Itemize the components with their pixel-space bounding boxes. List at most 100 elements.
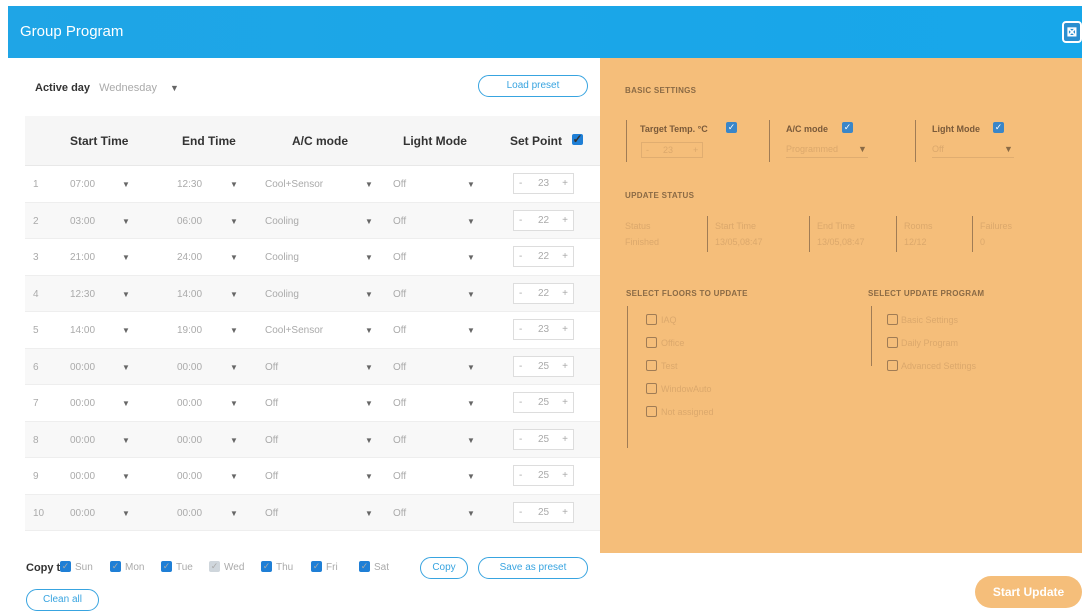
floor-checkbox[interactable] <box>646 337 657 348</box>
active-day-selector[interactable]: Active day Wednesday ▼ <box>35 82 179 94</box>
save-as-preset-button[interactable]: Save as preset <box>478 557 588 579</box>
minus-icon[interactable]: - <box>519 470 522 481</box>
day-checkbox-sun[interactable]: ✓ <box>60 561 71 572</box>
end-time-select[interactable]: 00:00 <box>177 435 202 446</box>
plus-icon[interactable]: + <box>562 215 568 226</box>
set-point-stepper[interactable]: - 25 + <box>513 392 574 413</box>
set-point-stepper[interactable]: - 22 + <box>513 282 574 304</box>
start-time-select[interactable]: 00:00 <box>70 398 95 409</box>
light-mode-select[interactable]: Off <box>393 179 406 190</box>
end-time-select[interactable]: 00:00 <box>177 362 202 373</box>
minus-icon[interactable]: - <box>519 324 522 335</box>
light-mode-select[interactable]: Off <box>393 325 406 336</box>
light-mode-select[interactable]: Off <box>393 252 406 263</box>
set-point-stepper[interactable]: - 25 + <box>513 501 574 523</box>
end-time-select[interactable]: 14:00 <box>177 289 202 300</box>
start-time-select[interactable]: 00:00 <box>70 362 95 373</box>
ac-mode-select[interactable]: Programmed ▼ <box>786 142 868 158</box>
start-time-select[interactable]: 07:00 <box>70 179 95 190</box>
plus-icon[interactable]: + <box>562 470 568 481</box>
start-time-select[interactable]: 14:00 <box>70 325 95 336</box>
light-mode-select[interactable]: Off <box>393 398 406 409</box>
set-point-stepper[interactable]: - 23 + <box>513 319 574 340</box>
start-time-select[interactable]: 00:00 <box>70 435 95 446</box>
start-time-select[interactable]: 21:00 <box>70 252 95 263</box>
minus-icon[interactable]: - <box>519 361 522 372</box>
set-point-stepper[interactable]: - 23 + <box>513 173 574 194</box>
end-time-select[interactable]: 06:00 <box>177 216 202 227</box>
light-mode-select[interactable]: Off <box>393 471 406 482</box>
load-preset-button[interactable]: Load preset <box>478 75 588 97</box>
plus-icon[interactable]: + <box>562 507 568 518</box>
set-point-stepper[interactable]: - 22 + <box>513 246 574 267</box>
end-time-select[interactable]: 24:00 <box>177 252 202 263</box>
day-checkbox-fri[interactable]: ✓ <box>311 561 322 572</box>
ac-mode-select[interactable]: Cool+Sensor <box>265 325 323 336</box>
light-mode-select[interactable]: Off <box>393 289 406 300</box>
ac-mode-select[interactable]: Cool+Sensor <box>265 179 323 190</box>
plus-icon[interactable]: + <box>693 145 698 155</box>
end-time-select[interactable]: 12:30 <box>177 179 202 190</box>
minus-icon[interactable]: - <box>519 434 522 445</box>
floor-checkbox[interactable] <box>646 314 657 325</box>
day-checkbox-tue[interactable]: ✓ <box>161 561 172 572</box>
day-checkbox-sat[interactable]: ✓ <box>359 561 370 572</box>
light-mode-checkbox[interactable]: ✓ <box>993 122 1004 133</box>
plus-icon[interactable]: + <box>562 324 568 335</box>
minus-icon[interactable]: - <box>519 215 522 226</box>
plus-icon[interactable]: + <box>562 288 568 299</box>
copy-button[interactable]: Copy <box>420 557 468 579</box>
clean-all-button[interactable]: Clean all <box>26 589 99 611</box>
ac-mode-select[interactable]: Off <box>265 362 278 373</box>
close-icon[interactable]: ⊠ <box>1062 21 1082 43</box>
plus-icon[interactable]: + <box>562 361 568 372</box>
set-point-stepper[interactable]: - 25 + <box>513 428 574 450</box>
floor-checkbox[interactable] <box>646 406 657 417</box>
target-temp-stepper[interactable]: - 23 + <box>641 142 703 158</box>
ac-mode-select[interactable]: Cooling <box>265 252 299 263</box>
start-time-select[interactable]: 12:30 <box>70 289 95 300</box>
day-checkbox-wed[interactable]: ✓ <box>209 561 220 572</box>
minus-icon[interactable]: - <box>519 251 522 262</box>
minus-icon[interactable]: - <box>519 507 522 518</box>
minus-icon[interactable]: - <box>519 397 522 408</box>
plus-icon[interactable]: + <box>562 178 568 189</box>
light-mode-select[interactable]: Off ▼ <box>932 142 1014 158</box>
light-mode-select[interactable]: Off <box>393 435 406 446</box>
ac-mode-select[interactable]: Off <box>265 471 278 482</box>
target-temp-checkbox[interactable]: ✓ <box>726 122 737 133</box>
end-time-select[interactable]: 00:00 <box>177 508 202 519</box>
day-checkbox-thu[interactable]: ✓ <box>261 561 272 572</box>
program-checkbox[interactable] <box>887 360 898 371</box>
ac-mode-select[interactable]: Cooling <box>265 289 299 300</box>
ac-mode-checkbox[interactable]: ✓ <box>842 122 853 133</box>
plus-icon[interactable]: + <box>562 397 568 408</box>
start-time-select[interactable]: 00:00 <box>70 508 95 519</box>
plus-icon[interactable]: + <box>562 434 568 445</box>
day-checkbox-mon[interactable]: ✓ <box>110 561 121 572</box>
set-point-checkbox[interactable]: ✓ <box>572 133 583 145</box>
set-point-stepper[interactable]: - 25 + <box>513 355 574 377</box>
ac-mode-select[interactable]: Off <box>265 508 278 519</box>
minus-icon[interactable]: - <box>519 178 522 189</box>
program-checkbox[interactable] <box>887 314 898 325</box>
plus-icon[interactable]: + <box>562 251 568 262</box>
minus-icon[interactable]: - <box>646 145 649 155</box>
start-time-select[interactable]: 00:00 <box>70 471 95 482</box>
light-mode-select[interactable]: Off <box>393 362 406 373</box>
end-time-select[interactable]: 00:00 <box>177 398 202 409</box>
start-update-button[interactable]: Start Update <box>975 576 1082 608</box>
end-time-select[interactable]: 00:00 <box>177 471 202 482</box>
program-checkbox[interactable] <box>887 337 898 348</box>
end-time-select[interactable]: 19:00 <box>177 325 202 336</box>
ac-mode-select[interactable]: Off <box>265 435 278 446</box>
light-mode-select[interactable]: Off <box>393 216 406 227</box>
set-point-stepper[interactable]: - 22 + <box>513 209 574 231</box>
ac-mode-select[interactable]: Off <box>265 398 278 409</box>
ac-mode-select[interactable]: Cooling <box>265 216 299 227</box>
start-time-select[interactable]: 03:00 <box>70 216 95 227</box>
minus-icon[interactable]: - <box>519 288 522 299</box>
floor-checkbox[interactable] <box>646 383 657 394</box>
light-mode-select[interactable]: Off <box>393 508 406 519</box>
set-point-stepper[interactable]: - 25 + <box>513 465 574 486</box>
